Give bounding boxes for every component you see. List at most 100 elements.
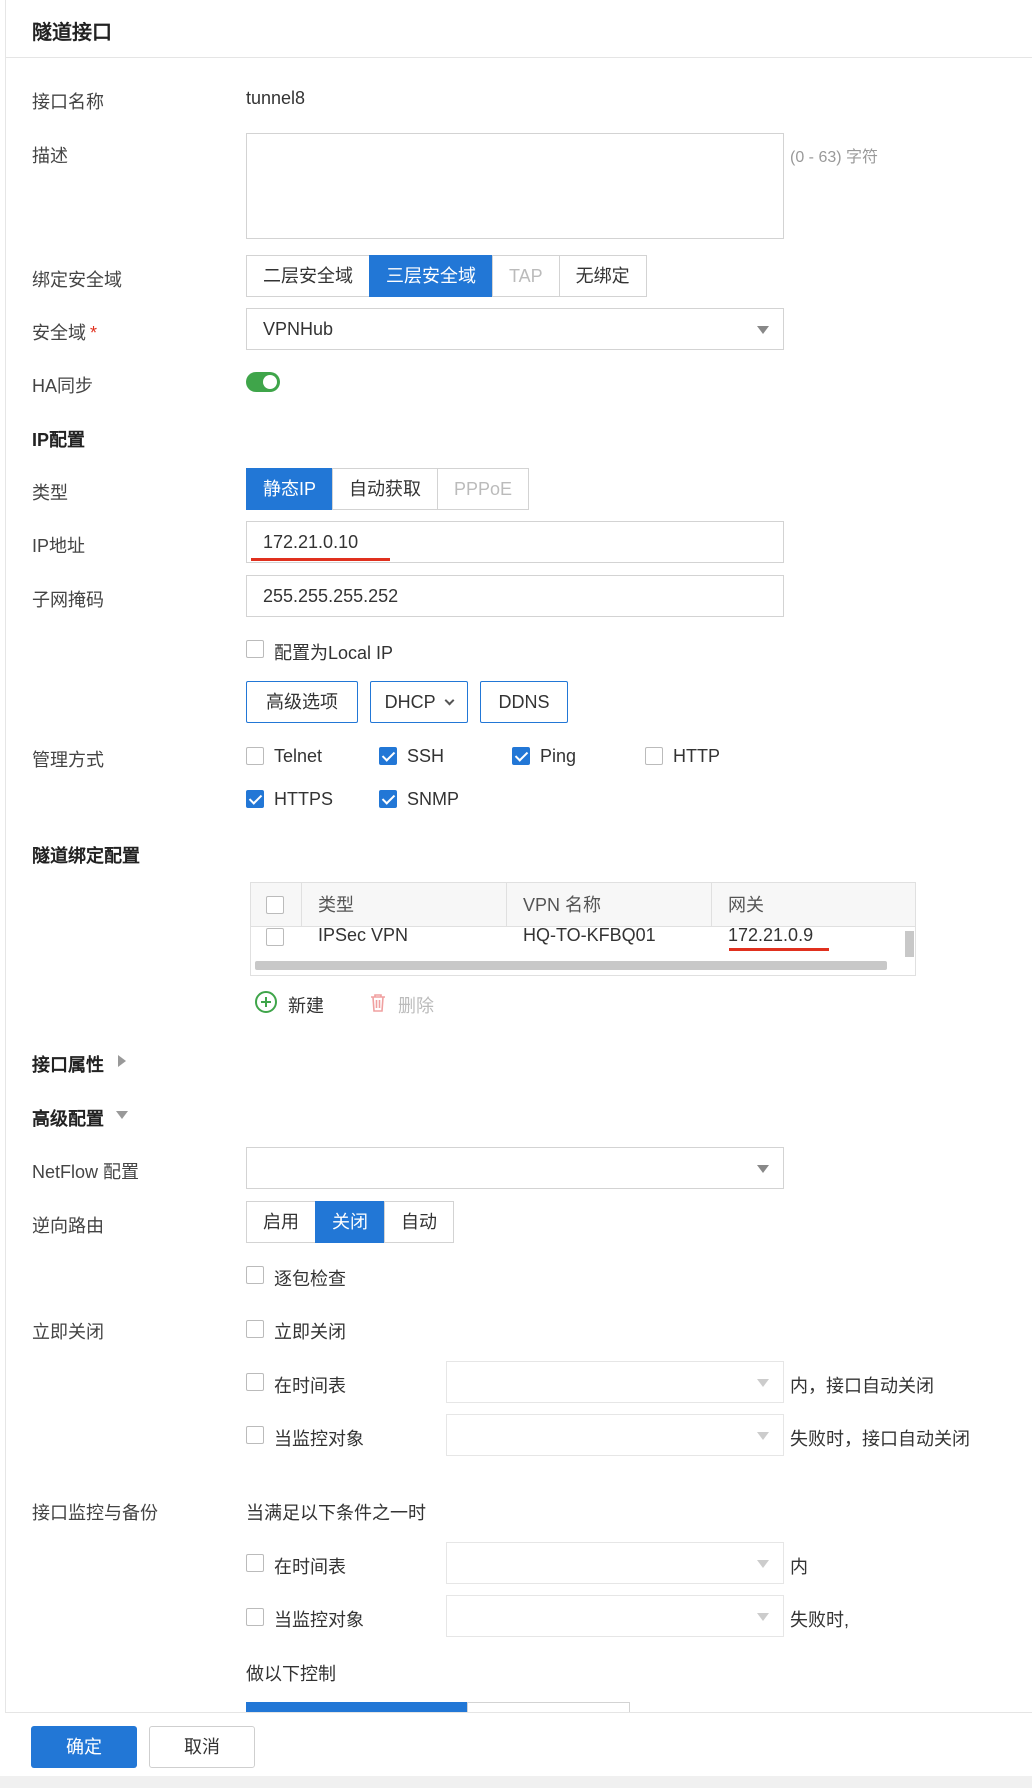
mgmt-ping-label: Ping xyxy=(540,746,577,766)
shutdown-now-label: 立即关闭 xyxy=(274,1322,346,1342)
mgmt-ssh-checkbox[interactable] xyxy=(379,747,397,765)
shutdown-schedule-suffix: 内，接口自动关闭 xyxy=(790,1376,934,1396)
shutdown-now-checkbox[interactable] xyxy=(246,1320,264,1338)
required-mark: * xyxy=(90,323,98,343)
add-button[interactable]: 新建 xyxy=(288,992,324,1018)
management-label: 管理方式 xyxy=(32,750,104,770)
caret-down-icon xyxy=(757,1165,769,1173)
ip-highlight-underline xyxy=(251,558,390,561)
backup-schedule-select[interactable] xyxy=(446,1542,784,1584)
dhcp-dropdown-button[interactable]: DHCP xyxy=(370,681,468,723)
shutdown-schedule-checkbox[interactable] xyxy=(246,1373,264,1391)
tunnel-interface-panel: 隧道接口 接口名称 tunnel8 描述 (0 - 63) 字符 绑定安全域 二… xyxy=(5,0,1032,1788)
netflow-label: NetFlow 配置 xyxy=(32,1162,140,1182)
row-vpn-name: HQ-TO-KFBQ01 xyxy=(523,925,656,945)
backup-monitor-suffix: 失败时, xyxy=(790,1610,850,1630)
per-packet-check-checkbox[interactable] xyxy=(246,1266,264,1284)
shutdown-label: 立即关闭 xyxy=(32,1322,104,1342)
column-header-vpn-name: VPN 名称 xyxy=(506,883,711,927)
ip-type-option-static[interactable]: 静态IP xyxy=(246,468,334,510)
mgmt-https-label: HTTPS xyxy=(274,789,334,809)
advanced-config-section[interactable]: 高级配置 xyxy=(32,1105,104,1131)
ip-type-segmented: 静态IP 自动获取 PPPoE xyxy=(246,468,530,510)
local-ip-checkbox[interactable] xyxy=(246,640,264,658)
ip-type-option-pppoe: PPPoE xyxy=(437,468,530,510)
delete-button: 删除 xyxy=(398,996,434,1016)
zone-label: 安全域 * xyxy=(32,319,97,345)
caret-down-icon xyxy=(757,1560,769,1568)
collapse-down-icon[interactable] xyxy=(116,1111,128,1119)
backup-monitor-select[interactable] xyxy=(446,1595,784,1637)
subnet-mask-label: 子网掩码 xyxy=(32,590,104,610)
zone-label-text: 安全域 xyxy=(32,323,86,343)
bind-zone-segmented: 二层安全域 三层安全域 TAP 无绑定 xyxy=(246,255,647,297)
row-gateway: 172.21.0.9 xyxy=(728,925,814,945)
reverse-route-option-auto[interactable]: 自动 xyxy=(384,1201,454,1243)
tunnel-binding-section-title: 隧道绑定配置 xyxy=(32,846,140,866)
select-all-checkbox[interactable] xyxy=(266,896,284,914)
ip-config-section-title: IP配置 xyxy=(32,430,86,450)
bind-zone-label: 绑定安全域 xyxy=(32,270,122,290)
page-title: 隧道接口 xyxy=(32,22,112,44)
backup-schedule-checkbox[interactable] xyxy=(246,1554,264,1572)
caret-down-icon xyxy=(757,1613,769,1621)
interface-name-label: 接口名称 xyxy=(32,92,104,112)
table-vertical-scrollbar[interactable] xyxy=(905,931,914,957)
mgmt-ssh-label: SSH xyxy=(407,746,445,766)
shutdown-schedule-label: 在时间表 xyxy=(274,1376,346,1396)
bottom-strip xyxy=(0,1776,1032,1788)
mgmt-telnet-checkbox[interactable] xyxy=(246,747,264,765)
row-checkbox[interactable] xyxy=(266,928,284,946)
shutdown-monitor-checkbox[interactable] xyxy=(246,1426,264,1444)
cancel-button[interactable]: 取消 xyxy=(149,1726,255,1768)
backup-monitor-checkbox[interactable] xyxy=(246,1608,264,1626)
local-ip-label: 配置为Local IP xyxy=(274,643,394,663)
description-hint: (0 - 63) 字符 xyxy=(790,149,879,166)
description-textarea[interactable] xyxy=(246,133,784,239)
ip-address-value: 172.21.0.10 xyxy=(263,532,359,552)
add-circle-icon[interactable] xyxy=(255,991,277,1013)
monitor-backup-label: 接口监控与备份 xyxy=(32,1503,158,1523)
mgmt-https-checkbox[interactable] xyxy=(246,790,264,808)
caret-down-icon xyxy=(757,1379,769,1387)
bind-zone-option-l2[interactable]: 二层安全域 xyxy=(246,255,370,297)
panel-header: 隧道接口 xyxy=(6,0,1032,58)
ip-address-input[interactable]: 172.21.0.10 xyxy=(246,521,784,563)
ddns-button[interactable]: DDNS xyxy=(480,681,568,723)
bind-zone-option-l3[interactable]: 三层安全域 xyxy=(369,255,493,297)
ip-type-label: 类型 xyxy=(32,483,68,503)
interface-attributes-section[interactable]: 接口属性 xyxy=(32,1051,104,1077)
column-header-gateway: 网关 xyxy=(711,883,915,927)
per-packet-check-label: 逐包检查 xyxy=(274,1269,346,1289)
monitor-backup-condition: 当满足以下条件之一时 xyxy=(246,1503,426,1523)
dhcp-button-label: DHCP xyxy=(384,692,436,712)
bind-zone-option-none[interactable]: 无绑定 xyxy=(558,255,647,297)
ip-address-label: IP地址 xyxy=(32,536,86,556)
chevron-down-icon xyxy=(444,695,455,706)
backup-schedule-suffix: 内 xyxy=(790,1557,808,1577)
table-horizontal-scrollbar[interactable] xyxy=(255,961,887,970)
backup-action-label: 做以下控制 xyxy=(246,1664,336,1684)
ip-type-option-dhcp[interactable]: 自动获取 xyxy=(332,468,439,510)
mgmt-telnet-label: Telnet xyxy=(274,746,323,766)
tunnel-binding-table: 类型 VPN 名称 网关 IPSec VPN HQ-TO-KFBQ01 172.… xyxy=(250,882,916,976)
confirm-button[interactable]: 确定 xyxy=(31,1726,137,1768)
ha-sync-toggle[interactable] xyxy=(246,372,280,392)
zone-select[interactable]: VPNHub xyxy=(246,308,784,350)
expand-right-icon[interactable] xyxy=(118,1055,126,1067)
mgmt-ping-checkbox[interactable] xyxy=(512,747,530,765)
advanced-options-button[interactable]: 高级选项 xyxy=(246,681,358,723)
backup-schedule-label: 在时间表 xyxy=(274,1557,346,1577)
mgmt-snmp-checkbox[interactable] xyxy=(379,790,397,808)
shutdown-monitor-select[interactable] xyxy=(446,1414,784,1456)
netflow-select[interactable] xyxy=(246,1147,784,1189)
caret-down-icon xyxy=(757,1432,769,1440)
shutdown-schedule-select[interactable] xyxy=(446,1361,784,1403)
table-header: 类型 VPN 名称 网关 xyxy=(251,883,915,927)
mgmt-http-checkbox[interactable] xyxy=(645,747,663,765)
mgmt-http-label: HTTP xyxy=(673,746,720,766)
reverse-route-option-off[interactable]: 关闭 xyxy=(315,1201,385,1243)
bind-zone-option-tap: TAP xyxy=(492,255,560,297)
reverse-route-option-enable[interactable]: 启用 xyxy=(246,1201,316,1243)
subnet-mask-input[interactable]: 255.255.255.252 xyxy=(246,575,784,617)
